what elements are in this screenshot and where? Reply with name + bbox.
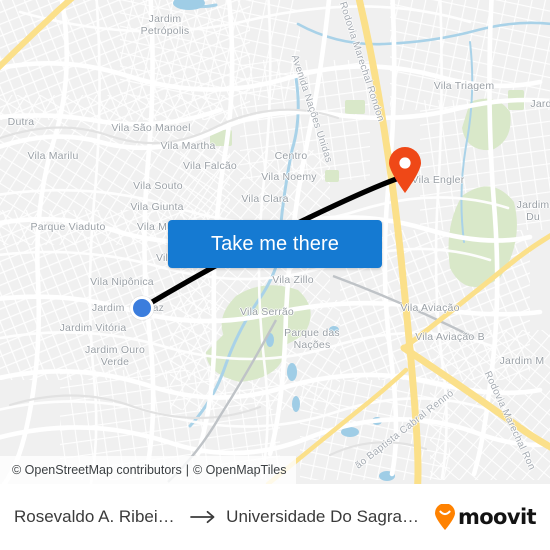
- trip-summary[interactable]: Rosevaldo A. Ribeiro ... Universidade Do…: [14, 507, 426, 527]
- origin-dot[interactable]: [130, 296, 154, 320]
- map-attribution: © OpenStreetMap contributors | © OpenMap…: [0, 456, 297, 484]
- bottom-bar: Rosevaldo A. Ribeiro ... Universidade Do…: [0, 484, 550, 550]
- destination-pin[interactable]: [388, 147, 422, 193]
- map-pin-icon: [389, 147, 421, 193]
- openmaptiles-attribution-link[interactable]: © OpenMapTiles: [193, 463, 287, 477]
- map-canvas[interactable]: Jardim Petrópolis Vila Triagem Jard Dutra Vi…: [0, 0, 550, 484]
- trip-origin-label: Rosevaldo A. Ribeiro ...: [14, 507, 181, 526]
- attribution-separator: |: [185, 463, 189, 477]
- moovit-map-screen: Jardim Petrópolis Vila Triagem Jard Dutra Vi…: [0, 0, 550, 550]
- moovit-logo[interactable]: moovit: [434, 504, 537, 530]
- moovit-wordmark: moovit: [457, 505, 537, 529]
- osm-attribution-link[interactable]: © OpenStreetMap contributors: [12, 463, 182, 477]
- trip-destination-label: Universidade Do Sagrado ...: [226, 507, 426, 526]
- arrow-right-icon: [190, 510, 215, 524]
- moovit-pin-icon: [434, 504, 455, 530]
- take-me-there-label: Take me there: [210, 232, 340, 255]
- take-me-there-button[interactable]: Take me there: [168, 220, 382, 268]
